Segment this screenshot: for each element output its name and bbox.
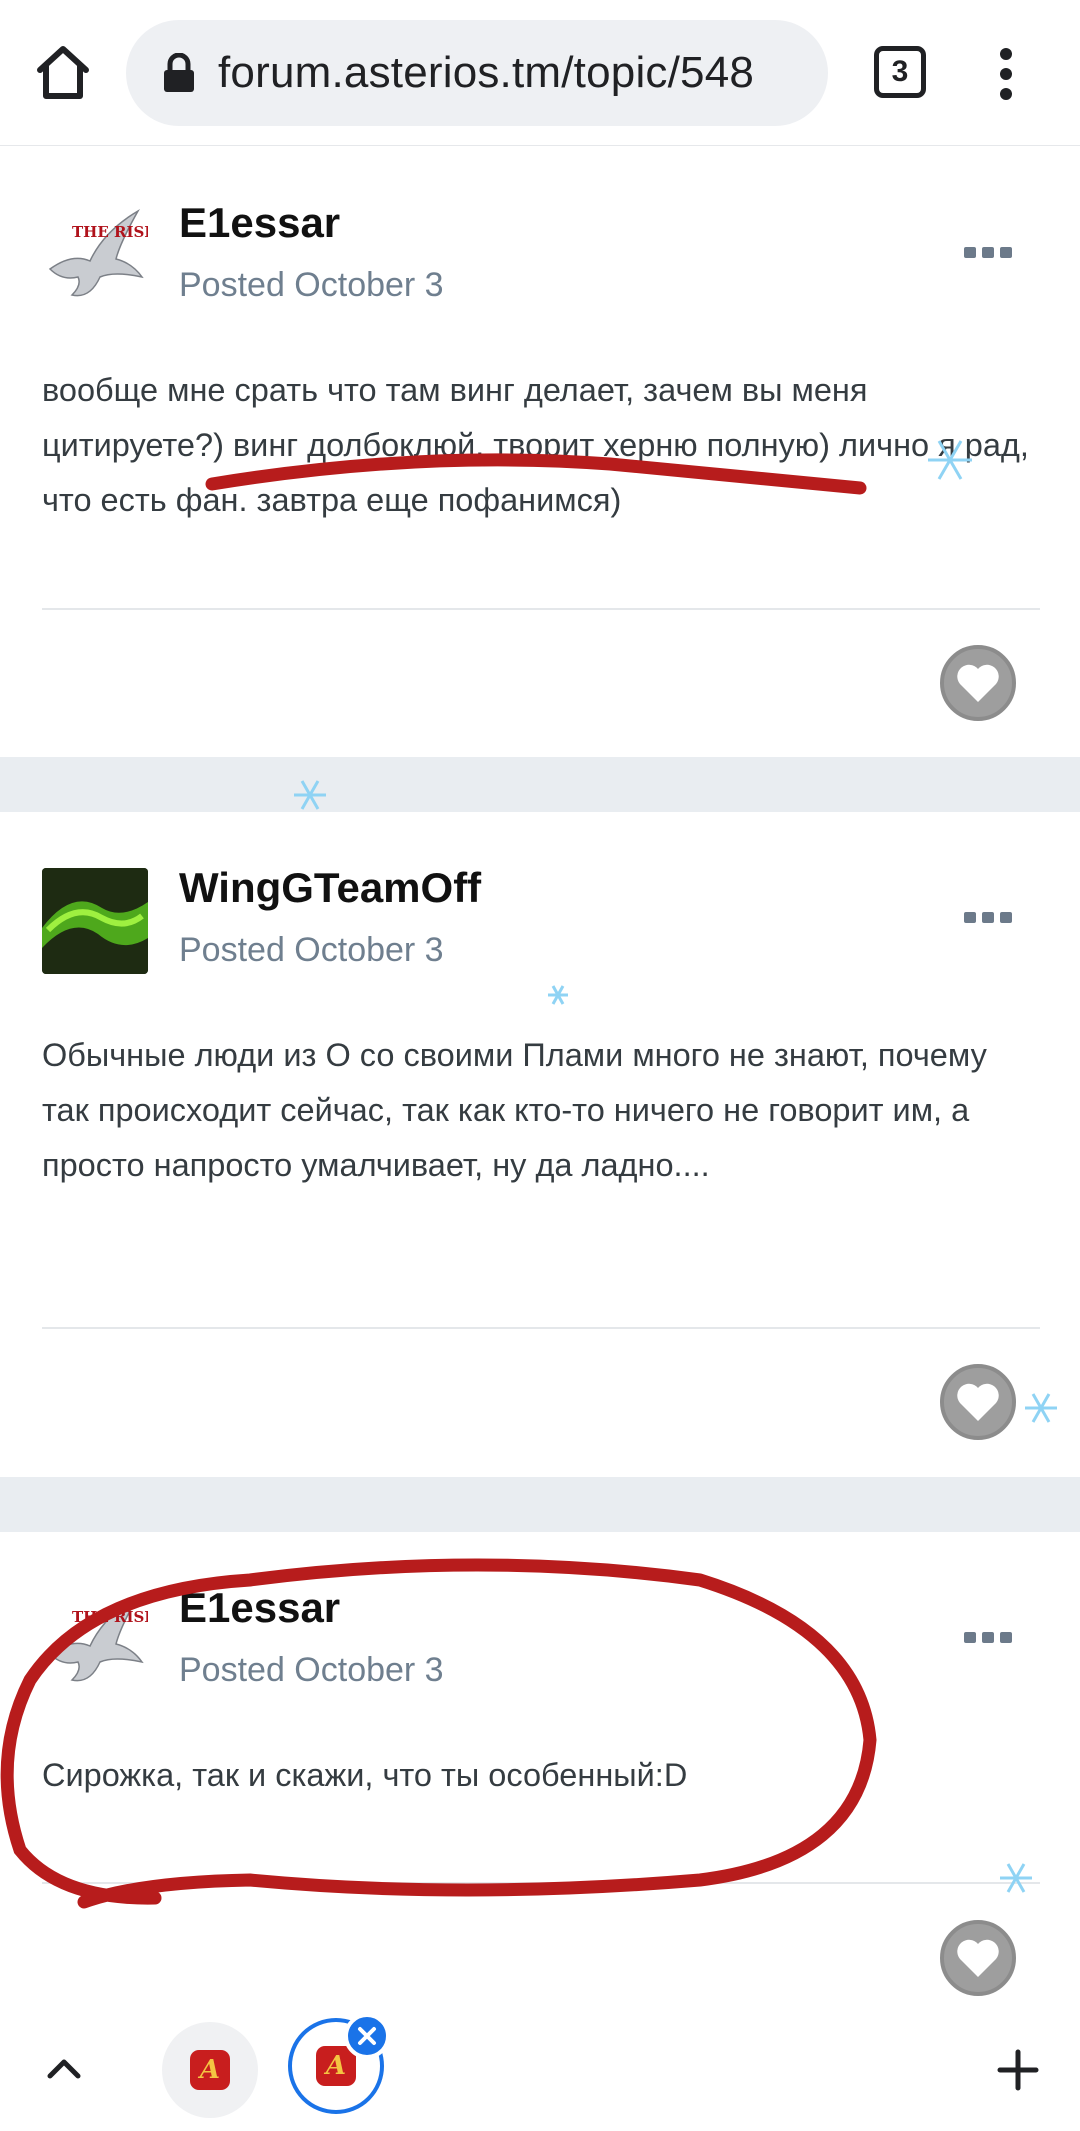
post-options-icon[interactable] (962, 243, 1014, 263)
post-date[interactable]: Posted October 3 (179, 931, 444, 970)
like-button[interactable] (940, 1920, 1016, 1996)
post-options-icon[interactable] (962, 908, 1014, 928)
post-separator (0, 757, 1080, 812)
address-bar[interactable]: forum.asterios.tm/topic/548 (126, 20, 828, 126)
post-date[interactable]: Posted October 3 (179, 266, 444, 305)
divider (42, 1882, 1040, 1884)
chevron-up-icon[interactable] (42, 2046, 86, 2090)
avatar-logo-text: THE RISE (72, 1608, 148, 1626)
heart-icon (957, 664, 999, 702)
close-icon[interactable] (344, 2013, 390, 2059)
post-author[interactable]: E1essar (179, 199, 340, 247)
url-text: forum.asterios.tm/topic/548 (218, 48, 755, 97)
more-vert-icon[interactable] (990, 46, 1022, 102)
avatar[interactable] (42, 868, 148, 974)
avatar[interactable]: THE RISE (42, 1588, 156, 1694)
avatar[interactable]: THE RISE (42, 203, 156, 309)
post-card: THE RISE E1essar Posted October 3 вообще… (0, 147, 1080, 757)
post-card: WingGTeamOff Posted October 3 Обычные лю… (0, 812, 1080, 1477)
tab-thumbnail[interactable]: A (162, 2022, 258, 2118)
divider (42, 1327, 1040, 1329)
home-icon[interactable] (30, 40, 96, 106)
post-author[interactable]: E1essar (179, 1584, 340, 1632)
browser-toolbar: forum.asterios.tm/topic/548 3 (0, 0, 1080, 146)
plus-icon[interactable] (996, 2048, 1040, 2092)
post-body: Обычные люди из О со своими Плами много … (42, 1037, 987, 1183)
divider (42, 608, 1040, 610)
avatar-logo-text: THE RISE (72, 223, 148, 241)
post-options-icon[interactable] (962, 1628, 1014, 1648)
tab-count: 3 (891, 55, 909, 88)
post-date[interactable]: Posted October 3 (179, 1651, 444, 1690)
tab-switcher-button[interactable]: 3 (874, 46, 926, 98)
post-author[interactable]: WingGTeamOff (179, 864, 481, 912)
post-separator (0, 1477, 1080, 1532)
post-body: Сирожка, так и скажи, что ты особенный:D (42, 1757, 688, 1793)
heart-icon (957, 1383, 999, 1421)
heart-icon (957, 1939, 999, 1977)
like-button[interactable] (940, 645, 1016, 721)
post-body: вообще мне срать что там винг делает, за… (42, 372, 1029, 518)
post-card: THE RISE E1essar Posted October 3 Сирожк… (0, 1532, 1080, 2010)
like-button[interactable] (940, 1364, 1016, 1440)
asterios-app-icon: A (190, 2050, 230, 2090)
lock-icon (162, 52, 196, 93)
